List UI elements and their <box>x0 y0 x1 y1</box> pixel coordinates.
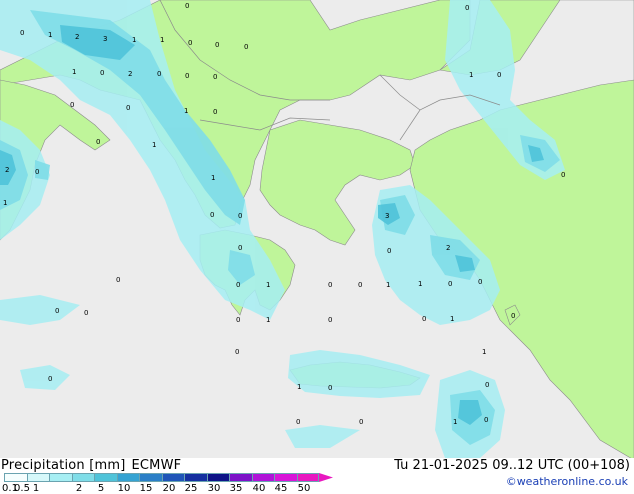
value-label: 0 <box>213 108 217 116</box>
value-label: 1 <box>469 71 473 79</box>
value-label: 0 <box>497 71 501 79</box>
value-label: 1 <box>386 281 390 289</box>
value-label: 1 <box>184 107 188 115</box>
value-label: 0 <box>185 72 189 80</box>
legend-tick-label: 30 <box>207 483 221 494</box>
value-label: 0 <box>236 316 240 324</box>
legend-tick-label: 45 <box>274 483 288 494</box>
value-label: 1 <box>297 383 301 391</box>
legend-tick-label: 35 <box>229 483 243 494</box>
map-title: Precipitation [mm] ECMWF <box>1 458 187 473</box>
legend-swatch <box>184 473 207 482</box>
legend-arrow-icon <box>319 473 333 482</box>
value-label: 0 <box>296 418 300 426</box>
legend-swatch <box>116 473 139 482</box>
value-label: 2 <box>75 33 79 41</box>
value-label: 0 <box>328 281 332 289</box>
value-label: 0 <box>238 212 242 220</box>
legend-swatch <box>139 473 162 482</box>
value-label: 0 <box>48 375 52 383</box>
value-label: 0 <box>359 418 363 426</box>
value-label: 0 <box>422 315 426 323</box>
value-label: 0 <box>238 244 242 252</box>
value-label: 0 <box>157 70 161 78</box>
legend-tick-label: 50 <box>297 483 311 494</box>
legend-swatch <box>26 473 49 482</box>
value-label: 1 <box>453 418 457 426</box>
value-label: 0 <box>185 2 189 10</box>
value-label: 0 <box>210 211 214 219</box>
legend-swatch <box>71 473 94 482</box>
legend-swatch <box>4 473 27 482</box>
value-label: 0 <box>484 416 488 424</box>
value-label: 0 <box>328 316 332 324</box>
value-label: 0 <box>126 104 130 112</box>
value-label: 1 <box>132 36 136 44</box>
legend-tick-label: 25 <box>184 483 198 494</box>
map-footer: Precipitation [mm] ECMWF Tu 21-01-2025 09… <box>0 458 634 494</box>
legend-tick-label: 1 <box>32 483 40 494</box>
legend-swatch <box>161 473 184 482</box>
value-label: 1 <box>211 174 215 182</box>
value-label: 1 <box>266 281 270 289</box>
value-label: 1 <box>450 315 454 323</box>
legend-swatch <box>94 473 117 482</box>
value-label: 0 <box>236 281 240 289</box>
value-label: 2 <box>5 166 9 174</box>
value-label: 0 <box>235 348 239 356</box>
value-label: 0 <box>561 171 565 179</box>
legend-swatch <box>296 473 319 482</box>
value-label: 1 <box>160 36 164 44</box>
value-label: 0 <box>70 101 74 109</box>
color-legend <box>4 473 333 482</box>
value-label: 0 <box>328 384 332 392</box>
valid-time: Tu 21-01-2025 09..12 UTC (00+108) <box>394 458 630 473</box>
legend-swatch <box>206 473 229 482</box>
precipitation-title: Precipitation [mm] <box>1 458 126 473</box>
value-label: 1 <box>48 31 52 39</box>
legend-swatch <box>229 473 252 482</box>
legend-tick-label: 15 <box>139 483 153 494</box>
value-label: 0 <box>35 168 39 176</box>
value-label: 0 <box>188 39 192 47</box>
legend-tick-label: 5 <box>97 483 105 494</box>
model-name: ECMWF <box>131 458 182 473</box>
legend-swatch <box>274 473 297 482</box>
value-label: 0 <box>465 4 469 12</box>
value-label: 0 <box>448 280 452 288</box>
legend-swatch <box>251 473 274 482</box>
value-label: 0 <box>511 312 515 320</box>
value-label: 0 <box>215 41 219 49</box>
value-label: 0 <box>358 281 362 289</box>
value-label: 2 <box>128 70 132 78</box>
value-label: 1 <box>418 280 422 288</box>
legend-swatch <box>49 473 72 482</box>
legend-tick-label: 10 <box>117 483 131 494</box>
value-label: 1 <box>482 348 486 356</box>
value-label: 1 <box>266 316 270 324</box>
legend-tick-label: 40 <box>252 483 266 494</box>
value-label: 0 <box>387 247 391 255</box>
value-label: 1 <box>3 199 7 207</box>
value-label: 0 <box>244 43 248 51</box>
value-label: 0 <box>20 29 24 37</box>
value-label: 0 <box>55 307 59 315</box>
copyright-link[interactable]: ©weatheronline.co.uk <box>506 475 628 488</box>
legend-tick-label: 2 <box>75 483 83 494</box>
value-label: 1 <box>152 141 156 149</box>
legend-tick-label: 0.5 <box>14 483 30 494</box>
value-label: 3 <box>103 35 107 43</box>
value-label: 0 <box>100 69 104 77</box>
value-label: 2 <box>446 244 450 252</box>
value-label: 0 <box>213 73 217 81</box>
precipitation-map[interactable]: 0 1 2 3 1 1 0 0 0 0 1 0 2 0 0 0 0 1 0 0 … <box>0 0 634 458</box>
value-label: 1 <box>72 68 76 76</box>
value-label: 0 <box>485 381 489 389</box>
value-label: 0 <box>84 309 88 317</box>
value-label: 0 <box>478 278 482 286</box>
value-label: 3 <box>385 212 389 220</box>
value-label: 0 <box>96 138 100 146</box>
legend-tick-label: 20 <box>162 483 176 494</box>
value-label: 0 <box>116 276 120 284</box>
